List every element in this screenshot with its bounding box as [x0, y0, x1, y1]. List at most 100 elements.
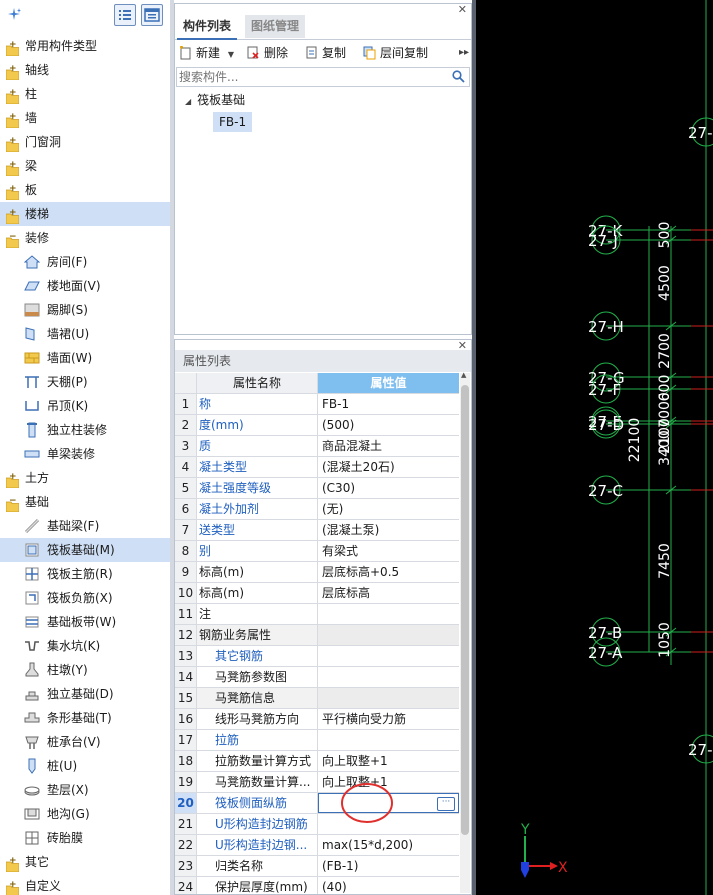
property-row[interactable]: 3 质商品混凝土 — [175, 436, 459, 457]
folder-icon[interactable]: + — [5, 64, 20, 81]
tree-item-fb1[interactable]: FB-1 — [213, 112, 253, 132]
tree-category[interactable]: + 墙 — [0, 106, 170, 130]
collapse-triangle-icon[interactable]: ◢ — [185, 97, 191, 106]
delete-button[interactable]: 删除 — [247, 44, 288, 62]
property-value[interactable]: ··· — [318, 783, 459, 823]
property-row[interactable]: 12 钢筋业务属性 — [175, 625, 459, 646]
tree-subitem[interactable]: 桩(U) — [0, 754, 170, 778]
property-value[interactable] — [318, 625, 459, 645]
tree-subitem[interactable]: 吊顶(K) — [0, 394, 170, 418]
property-row[interactable]: 23 归类名称 (FB-1) — [175, 856, 459, 877]
tree-subitem[interactable]: 房间(F) — [0, 250, 170, 274]
search-icon[interactable] — [452, 70, 465, 86]
tree-category[interactable]: + 门窗洞 — [0, 130, 170, 154]
icon-view-button[interactable] — [141, 4, 163, 26]
folder-icon[interactable]: + — [5, 88, 20, 105]
property-value[interactable]: FB-1 — [318, 394, 459, 414]
tree-subitem[interactable]: 柱墩(Y) — [0, 658, 170, 682]
folder-icon[interactable]: + — [5, 160, 20, 177]
tree-subitem[interactable]: 地沟(G) — [0, 802, 170, 826]
property-row[interactable]: 21 U形构造封边钢筋 — [175, 814, 459, 835]
property-value[interactable]: 层底标高 — [318, 583, 459, 603]
tree-subitem[interactable]: 独立基础(D) — [0, 682, 170, 706]
folder-icon[interactable]: + — [5, 184, 20, 201]
folder-icon[interactable]: + — [5, 856, 20, 873]
property-value[interactable]: 平行横向受力筋 — [318, 709, 459, 729]
property-row[interactable]: 1 称 FB-1 — [175, 394, 459, 415]
property-row[interactable]: 19 马凳筋数量计算... 向上取整+1 — [175, 772, 459, 793]
property-row[interactable]: 10 标高(m) 层底标高 — [175, 583, 459, 604]
tree-category[interactable]: + 土方 — [0, 466, 170, 490]
property-value[interactable]: 向上取整+1 — [318, 751, 459, 771]
more-arrows-icon[interactable]: ▸▸ — [459, 47, 469, 58]
property-value[interactable]: max(15*d,200) — [318, 835, 459, 855]
tree-subitem[interactable]: 墙裙(U) — [0, 322, 170, 346]
property-value[interactable] — [318, 688, 459, 708]
copy-button[interactable]: 复制 — [305, 44, 346, 62]
property-row[interactable]: 8 别有梁式 — [175, 541, 459, 562]
property-row[interactable]: 4 凝土类型 (混凝土20石) — [175, 457, 459, 478]
tab-drawing-management[interactable]: 图纸管理 — [245, 15, 306, 38]
cad-drawing-canvas[interactable]: 27- 27-K 27-J 27-H 27-G 27-F 27-E 27-D 27-C 27-B 2… — [476, 0, 713, 895]
tree-subitem[interactable]: 独立柱装修 — [0, 418, 170, 442]
tree-category[interactable]: + 楼梯 — [0, 202, 170, 226]
property-row[interactable]: 5 凝土强度等级 (C30) — [175, 478, 459, 499]
property-value[interactable]: (FB-1) — [318, 856, 459, 876]
property-value[interactable] — [318, 667, 459, 687]
property-scrollbar[interactable]: ▲ — [460, 371, 470, 893]
folder-icon[interactable]: − — [5, 232, 20, 249]
property-value[interactable] — [318, 730, 459, 750]
tree-category[interactable]: + 板 — [0, 178, 170, 202]
property-value[interactable]: (C30) — [318, 478, 459, 498]
folder-icon[interactable]: + — [5, 112, 20, 129]
folder-icon[interactable]: − — [5, 496, 20, 513]
property-row[interactable]: 16 线形马凳筋方向 平行横向受力筋 — [175, 709, 459, 730]
tree-subitem[interactable]: 集水坑(K) — [0, 634, 170, 658]
property-row[interactable]: 9 标高(m) 层底标高+0.5 — [175, 562, 459, 583]
property-value[interactable]: (混凝土泵) — [318, 520, 459, 540]
more-options-button[interactable]: ··· — [437, 797, 455, 811]
tree-category[interactable]: + 其它 — [0, 850, 170, 874]
property-row[interactable]: 2 度(mm) (500) — [175, 415, 459, 436]
sparkle-add-icon[interactable] — [6, 7, 22, 23]
tree-category[interactable]: + 自定义 — [0, 874, 170, 895]
property-row[interactable]: 6 凝土外加剂 (无) — [175, 499, 459, 520]
property-value[interactable] — [318, 646, 459, 666]
property-value[interactable] — [318, 814, 459, 834]
tree-category[interactable]: + 常用构件类型 — [0, 34, 170, 58]
tree-subitem[interactable]: 单梁装修 — [0, 442, 170, 466]
property-value[interactable]: 有梁式 — [318, 541, 459, 561]
folder-icon[interactable]: + — [5, 880, 20, 895]
new-button[interactable]: 新建 ▼ — [179, 44, 234, 62]
property-value[interactable]: (40) — [318, 877, 459, 894]
folder-icon[interactable]: + — [5, 208, 20, 225]
tree-category[interactable]: − 装修 — [0, 226, 170, 250]
tree-subitem[interactable]: 条形基础(T) — [0, 706, 170, 730]
property-row[interactable]: 15 马凳筋信息 — [175, 688, 459, 709]
property-row[interactable]: 18 拉筋数量计算方式 向上取整+1 — [175, 751, 459, 772]
tree-root-raft-foundation[interactable]: ◢ 筏板基础 — [185, 90, 245, 110]
property-value[interactable]: (500) — [318, 415, 459, 435]
property-value[interactable]: (混凝土20石) — [318, 457, 459, 477]
chevron-down-icon[interactable]: ▼ — [228, 50, 234, 59]
tree-subitem[interactable]: 基础梁(F) — [0, 514, 170, 538]
property-row[interactable]: 7 送类型 (混凝土泵) — [175, 520, 459, 541]
tree-category[interactable]: + 梁 — [0, 154, 170, 178]
property-row[interactable]: 24 保护层厚度(mm) (40) — [175, 877, 459, 894]
property-value[interactable]: 层底标高+0.5 — [318, 562, 459, 582]
tree-subitem[interactable]: 天棚(P) — [0, 370, 170, 394]
scroll-up-icon[interactable]: ▲ — [461, 371, 466, 379]
folder-icon[interactable]: + — [5, 472, 20, 489]
tree-subitem[interactable]: 砖胎膜 — [0, 826, 170, 850]
tab-component-list[interactable]: 构件列表 — [177, 15, 238, 40]
tree-subitem[interactable]: 筏板负筋(X) — [0, 586, 170, 610]
tree-subitem[interactable]: 踢脚(S) — [0, 298, 170, 322]
tree-subitem[interactable]: 筏板基础(M) — [0, 538, 170, 562]
tree-subitem[interactable]: 楼地面(V) — [0, 274, 170, 298]
folder-icon[interactable]: + — [5, 136, 20, 153]
tree-subitem[interactable]: 垫层(X) — [0, 778, 170, 802]
tree-category[interactable]: + 柱 — [0, 82, 170, 106]
floor-copy-button[interactable]: 层间复制 — [363, 44, 428, 62]
tree-subitem[interactable]: 基础板带(W) — [0, 610, 170, 634]
search-input[interactable] — [177, 68, 441, 85]
